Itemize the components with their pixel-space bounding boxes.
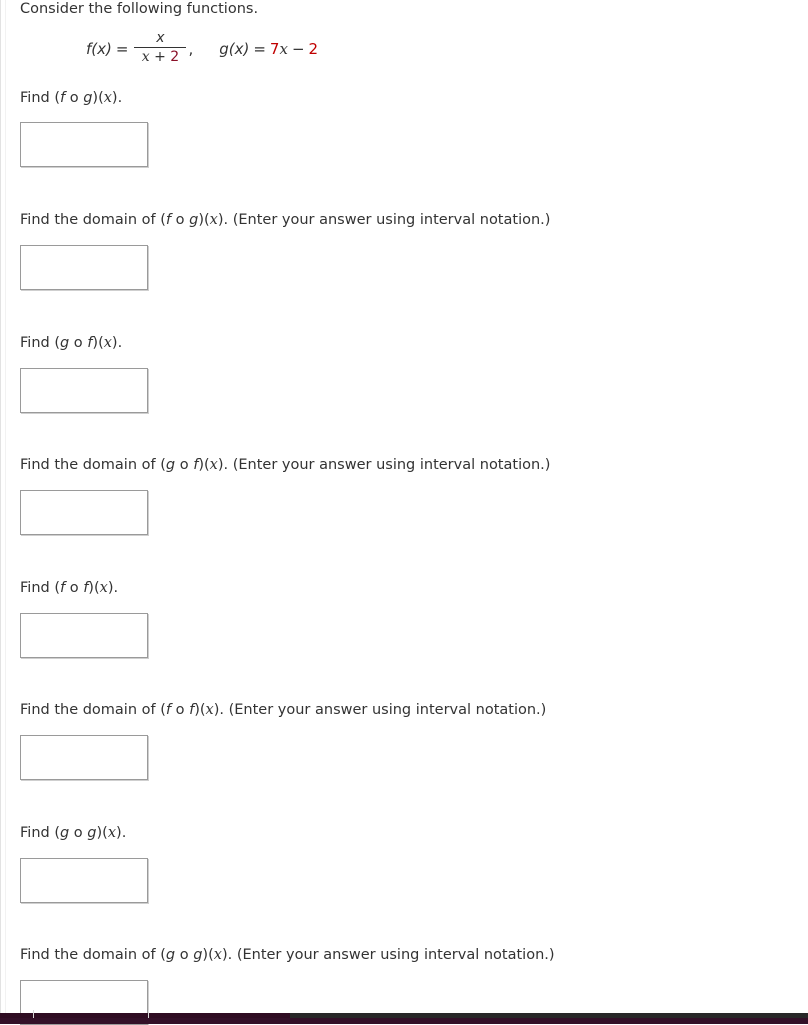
q-second-fn: g xyxy=(87,825,97,841)
q-circ: o xyxy=(171,212,190,228)
q-close: )( xyxy=(198,457,210,473)
q-lead: Find ( xyxy=(20,580,60,596)
f-denominator-constant: 2 xyxy=(170,49,180,65)
left-edge-rule xyxy=(0,0,1,1016)
bottom-tick-right xyxy=(148,1010,149,1018)
f-label: f(x) xyxy=(86,39,112,58)
q-lead: Find the domain of ( xyxy=(20,457,166,473)
q-circ: o xyxy=(69,825,88,841)
q-tail: ). xyxy=(111,335,123,351)
formula-comma: , xyxy=(188,39,194,58)
answer-input-fog[interactable] xyxy=(20,122,148,167)
q-close: )( xyxy=(96,825,108,841)
answer-input-gog[interactable] xyxy=(20,858,148,903)
q-circ: o xyxy=(175,947,194,963)
q-lead: Find ( xyxy=(20,335,60,351)
intro-text: Consider the following functions. xyxy=(20,1,259,17)
f-fraction: x x + 2 xyxy=(134,30,187,65)
question-label-gog: Find (g o g)(x). xyxy=(20,824,126,842)
answer-input-gof[interactable] xyxy=(20,368,148,413)
q-var: x xyxy=(209,457,218,473)
question-label-fog-domain: Find the domain of (f o g)(x). (Enter yo… xyxy=(20,211,550,229)
g-coefficient: 7 xyxy=(269,39,280,58)
g-variable: x xyxy=(279,39,288,58)
q-lead: Find ( xyxy=(20,825,60,841)
question-label-fof: Find (f o f)(x). xyxy=(20,579,118,597)
q-close: )( xyxy=(198,212,210,228)
q-first-fn: g xyxy=(165,457,176,473)
q-tail: ). (Enter your answer using interval not… xyxy=(213,702,547,718)
q-circ: o xyxy=(175,457,194,473)
answer-input-fof-domain[interactable] xyxy=(20,735,148,780)
f-equals: = xyxy=(115,39,129,58)
g-minus-operator: − xyxy=(291,39,305,58)
q-first-fn: g xyxy=(59,825,70,841)
f-numerator: x xyxy=(156,30,165,46)
q-tail: ). xyxy=(116,825,127,841)
q-close: )( xyxy=(202,947,214,963)
q-close: )( xyxy=(194,702,206,718)
f-denominator-variable: x xyxy=(141,49,150,65)
window-bottom-maroon-bar xyxy=(0,1018,808,1024)
q-lead: Find the domain of ( xyxy=(20,702,166,718)
q-lead: Find ( xyxy=(20,90,60,106)
q-tail: ). (Enter your answer using interval not… xyxy=(221,947,555,963)
answer-input-gof-domain[interactable] xyxy=(20,490,148,535)
question-label-gog-domain: Find the domain of (g o g)(x). (Enter yo… xyxy=(20,946,555,964)
q-lead: Find the domain of ( xyxy=(20,947,166,963)
q-var: x xyxy=(213,947,222,963)
q-first-fn: g xyxy=(59,335,70,351)
g-equals: = xyxy=(253,39,266,58)
left-edge-rule-secondary xyxy=(5,0,6,1016)
q-tail: ). xyxy=(111,90,123,106)
q-var: x xyxy=(107,825,117,841)
g-label: g(x) xyxy=(219,39,250,58)
answer-input-fog-domain[interactable] xyxy=(20,245,148,290)
q-tail: ). (Enter your answer using interval not… xyxy=(217,212,551,228)
q-circ: o xyxy=(69,335,88,351)
f-denominator: x + 2 xyxy=(138,48,183,65)
q-first-fn: g xyxy=(165,947,176,963)
question-label-fog: Find (f o g)(x). xyxy=(20,89,122,107)
g-constant: 2 xyxy=(308,39,319,58)
q-var: x xyxy=(209,212,218,228)
q-var: x xyxy=(205,702,214,718)
q-var: x xyxy=(103,90,112,106)
q-close: )( xyxy=(88,580,100,596)
answer-input-fof[interactable] xyxy=(20,613,148,658)
question-label-fof-domain: Find the domain of (f o f)(x). (Enter yo… xyxy=(20,701,546,719)
q-second-fn: g xyxy=(189,212,199,228)
question-label-gof-domain: Find the domain of (g o f)(x). (Enter yo… xyxy=(20,456,550,474)
function-definitions: f(x) = x x + 2 , g(x) = 7x − 2 xyxy=(86,30,319,66)
q-close: )( xyxy=(92,90,104,106)
q-close: )( xyxy=(92,335,104,351)
q-tail: ). xyxy=(107,580,119,596)
q-tail: ). (Enter your answer using interval not… xyxy=(217,457,551,473)
q-var: x xyxy=(103,335,112,351)
f-denominator-operator: + xyxy=(154,49,166,65)
q-circ: o xyxy=(65,580,84,596)
q-lead: Find the domain of ( xyxy=(20,212,166,228)
q-circ: o xyxy=(65,90,84,106)
question-label-gof: Find (g o f)(x). xyxy=(20,334,122,352)
bottom-tick-left xyxy=(33,1010,34,1018)
q-var: x xyxy=(99,580,108,596)
q-circ: o xyxy=(171,702,190,718)
